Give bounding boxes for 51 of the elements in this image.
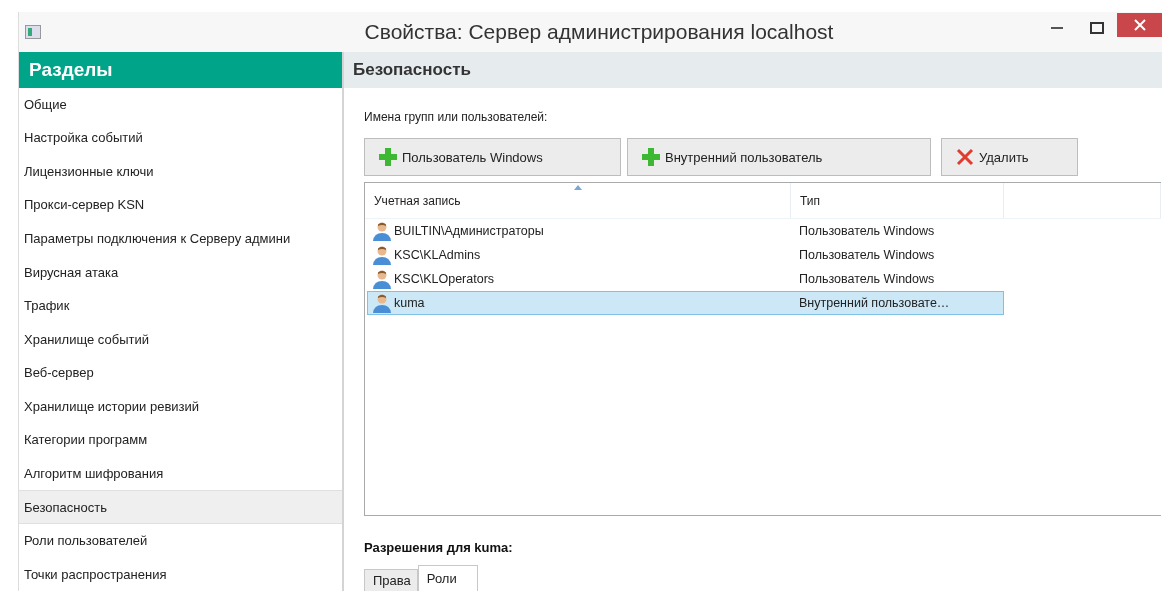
- sidebar-item[interactable]: Лицензионные ключи: [19, 154, 342, 189]
- sidebar-item[interactable]: Веб-сервер: [19, 356, 342, 390]
- table-cell: KSC\KLOperators: [394, 272, 495, 286]
- plus-icon: [642, 148, 660, 166]
- close-button[interactable]: [1117, 13, 1162, 37]
- sidebar-item[interactable]: Общие: [19, 87, 342, 122]
- user-icon: [372, 245, 392, 265]
- add-button[interactable]: Внутренний пользователь: [627, 138, 931, 176]
- window-title: Свойства: Сервер администрирования localhost: [363, 20, 835, 44]
- table-cell: BUILTIN\Администраторы: [394, 224, 544, 238]
- app-icon: [25, 25, 41, 39]
- sidebar-item[interactable]: Трафик: [19, 288, 342, 323]
- sidebar-item[interactable]: Параметры подключения к Серверу админи: [19, 221, 342, 256]
- column-header[interactable]: Тип: [791, 183, 1004, 218]
- add-button[interactable]: Пользователь Windows: [364, 138, 621, 176]
- maximize-icon: [1090, 22, 1104, 34]
- sidebar-item[interactable]: Роли пользователей: [19, 523, 342, 558]
- sidebar-header: Разделы: [19, 52, 342, 88]
- sidebar-item[interactable]: Категории программ: [19, 423, 342, 457]
- sidebar-item[interactable]: Точки распространения: [19, 557, 342, 591]
- table-cell: kuma: [394, 296, 425, 310]
- table-cell: Внутренний пользовате…: [799, 296, 950, 310]
- table-row[interactable]: kuma Внутренний пользовате…: [367, 291, 1004, 315]
- table-cell: KSC\KLAdmins: [394, 248, 481, 262]
- table-cell: Пользователь Windows: [799, 224, 935, 238]
- delete-button[interactable]: Удалить: [941, 138, 1078, 176]
- permissions-label: Разрешения для kuma:: [364, 540, 514, 555]
- sidebar-item[interactable]: Вирусная атака: [19, 255, 342, 289]
- table-cell: Пользователь Windows: [799, 272, 935, 286]
- sidebar-item[interactable]: Хранилище истории ревизий: [19, 389, 342, 424]
- sidebar-item[interactable]: Безопасность: [19, 490, 342, 524]
- tab[interactable]: Права: [364, 569, 418, 591]
- table-cell: Пользователь Windows: [799, 248, 935, 262]
- user-icon: [372, 293, 392, 313]
- close-icon: [1134, 19, 1146, 31]
- close-icon: [956, 148, 974, 166]
- sidebar-item[interactable]: Алгоритм шифрования: [19, 456, 342, 491]
- sidebar-item[interactable]: Хранилище событий: [19, 322, 342, 356]
- sidebar-item[interactable]: Прокси-сервер KSN: [19, 188, 342, 222]
- section-title: Безопасность: [344, 52, 1162, 88]
- sidebar-item[interactable]: Настройка событий: [19, 121, 342, 155]
- plus-icon: [379, 148, 397, 166]
- user-icon: [372, 221, 392, 241]
- table-row[interactable]: KSC\KLOperators Пользователь Windows: [367, 267, 1004, 291]
- groups-label: Имена групп или пользователей:: [364, 110, 549, 124]
- sort-arrow-icon: [574, 185, 582, 190]
- tab[interactable]: Роли: [417, 565, 478, 591]
- table-row[interactable]: BUILTIN\Администраторы Пользователь Windows: [367, 219, 1004, 243]
- minimize-icon: [1051, 27, 1063, 29]
- table-row[interactable]: KSC\KLAdmins Пользователь Windows: [367, 243, 1004, 267]
- user-icon: [372, 269, 392, 289]
